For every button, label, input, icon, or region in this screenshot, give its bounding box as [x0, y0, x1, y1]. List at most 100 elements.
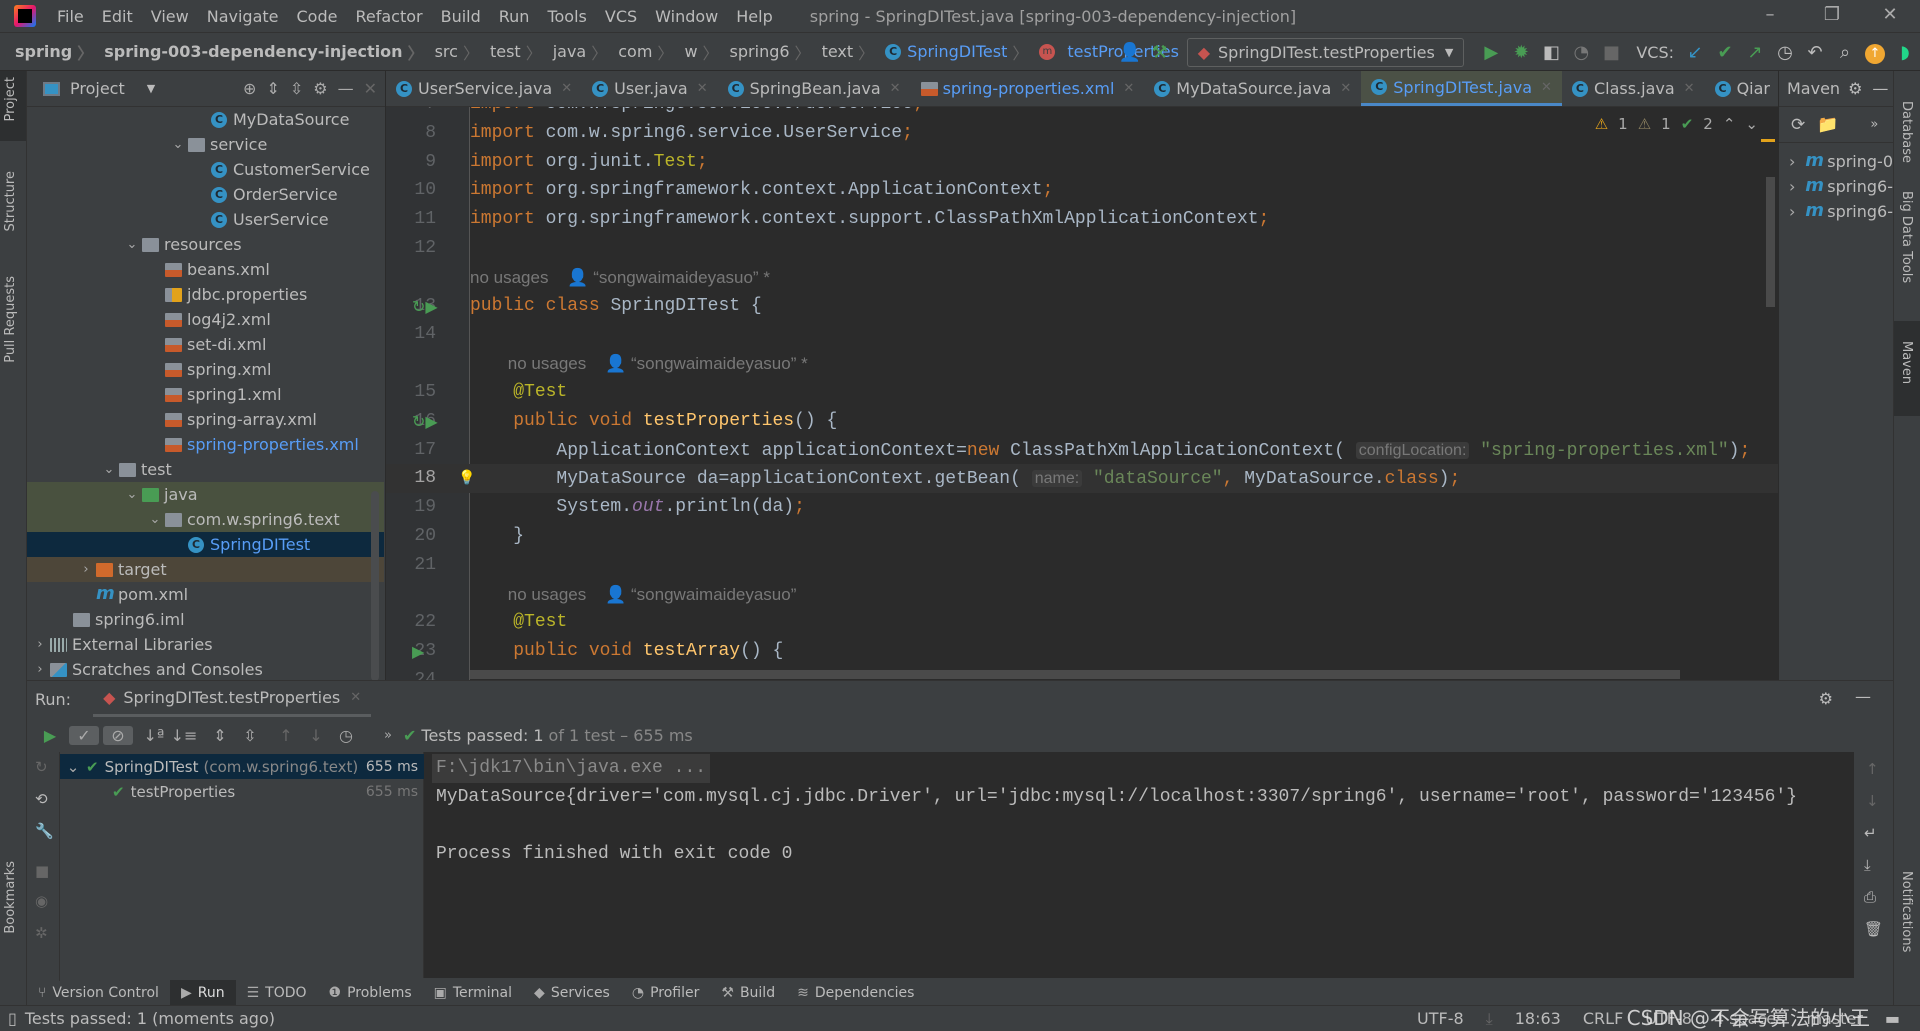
chevron-down-icon[interactable]: ⌄ [145, 512, 165, 527]
editor-tab[interactable]: spring-properties.xml ✕ [911, 71, 1145, 106]
encoding[interactable]: UTF-8 [1417, 1009, 1464, 1028]
restore-button[interactable]: ❐ [1812, 4, 1852, 25]
history-icon[interactable]: ◷ [1770, 42, 1800, 63]
close-tab-icon[interactable]: ✕ [1340, 81, 1351, 96]
run-test-gutter-icon[interactable]: ▶ [412, 637, 424, 666]
tree-item[interactable]: log4j2.xml [27, 307, 384, 332]
tool-window-structure[interactable]: Structure [3, 171, 18, 231]
chevron-right-icon[interactable]: › [1789, 152, 1805, 171]
menu-vcs[interactable]: VCS [596, 7, 646, 26]
settings-icon[interactable]: ✲ [35, 924, 48, 942]
sort-by-duration-icon[interactable]: ↓≡ [169, 726, 199, 745]
tree-item[interactable]: spring6.iml [27, 607, 384, 632]
tool-window-maven[interactable]: Maven [1899, 341, 1914, 384]
debug-icon[interactable]: ✹ [1506, 42, 1536, 63]
soft-wrap-icon[interactable]: ↵ [1864, 824, 1877, 842]
tree-item[interactable]: spring.xml [27, 357, 384, 382]
next-highlight-icon[interactable]: ⌄ [1745, 115, 1758, 133]
more-icon[interactable]: » [1870, 117, 1878, 132]
user-icon[interactable]: 👤 [1115, 42, 1145, 63]
menu-view[interactable]: View [142, 7, 198, 26]
show-ignored-toggle[interactable]: ⊘ [103, 725, 133, 745]
previous-highlight-icon[interactable]: ⌃ [1723, 115, 1736, 133]
tree-item[interactable]: spring-properties.xml [27, 432, 384, 457]
stop-icon[interactable]: ■ [1596, 42, 1626, 63]
build-hammer-icon[interactable]: ⚒ [1145, 42, 1175, 63]
rerun-failed-icon[interactable]: ↻ [35, 758, 48, 776]
chevron-down-icon[interactable]: ⌄ [168, 137, 188, 152]
breadcrumb-item[interactable]: spring-003-dependency-injection 〉 [101, 40, 431, 64]
close-icon[interactable]: ✕ [350, 690, 361, 705]
breadcrumb-item[interactable]: w 〉 [681, 40, 726, 64]
breadcrumb-item[interactable]: text 〉 [819, 40, 883, 64]
hide-icon[interactable]: — [1855, 687, 1871, 706]
breadcrumb-item[interactable]: test 〉 [487, 40, 550, 64]
show-passed-toggle[interactable]: ✓ [69, 725, 99, 745]
tree-item[interactable]: ⌄ resources [27, 232, 384, 257]
search-icon[interactable]: ⌕ [1830, 42, 1860, 63]
run-tab[interactable]: ◆ SpringDITest.testProperties ✕ [93, 681, 372, 717]
maven-project[interactable]: › m spring6- [1779, 174, 1893, 199]
chevron-down-icon[interactable]: ▼ [147, 82, 155, 95]
breadcrumb-item[interactable]: src 〉 [432, 40, 487, 64]
breadcrumb-item[interactable]: C SpringDITest 〉 [882, 40, 1036, 64]
tool-problems[interactable]: ❶ Problems [318, 980, 423, 1005]
chevron-right-icon[interactable]: › [1789, 177, 1805, 196]
menu-help[interactable]: Help [727, 7, 781, 26]
chevron-right-icon[interactable]: › [30, 662, 50, 677]
menu-refactor[interactable]: Refactor [346, 7, 431, 26]
vcs-update-icon[interactable]: ↙ [1680, 42, 1710, 63]
tree-item[interactable]: C CustomerService [27, 157, 384, 182]
tool-services[interactable]: ◆ Services [523, 980, 621, 1005]
tree-item[interactable]: › target [27, 557, 384, 582]
tool-build[interactable]: ⚒ Build [710, 980, 786, 1005]
rollback-icon[interactable]: ↶ [1800, 42, 1830, 63]
expand-all-icon[interactable]: ⇕ [205, 726, 235, 745]
tree-item[interactable]: spring-array.xml [27, 407, 384, 432]
close-tab-icon[interactable]: ✕ [561, 81, 572, 96]
chevron-down-icon[interactable]: ⌄ [60, 758, 86, 776]
collapse-all-icon[interactable]: ⇳ [235, 726, 265, 745]
tool-window-pull-requests[interactable]: Pull Requests [3, 276, 18, 363]
code-editor[interactable]: 7 import com.w.spring6.service.OrderServi… [386, 107, 1778, 680]
minimize-button[interactable]: – [1750, 4, 1790, 25]
gear-icon[interactable]: ⚙ [1848, 79, 1862, 98]
tree-item[interactable]: C UserService [27, 207, 384, 232]
tree-item[interactable]: C OrderService [27, 182, 384, 207]
tree-item[interactable]: set-di.xml [27, 332, 384, 357]
wrench-icon[interactable]: 🔧 [35, 822, 54, 840]
menu-run[interactable]: Run [490, 7, 539, 26]
tree-item[interactable]: › External Libraries [27, 632, 384, 657]
run-icon[interactable]: ▶ [1476, 42, 1506, 63]
code-with-me-icon[interactable]: ◗ [1890, 42, 1920, 63]
editor-tab[interactable]: C SpringBean.java ✕ [718, 71, 911, 106]
project-view-select[interactable]: Project [70, 79, 125, 98]
menu-build[interactable]: Build [432, 7, 490, 26]
tree-item[interactable]: C SpringDITest [27, 532, 384, 557]
camera-icon[interactable]: ◉ [35, 892, 48, 910]
menu-navigate[interactable]: Navigate [198, 7, 288, 26]
tool-todo[interactable]: ☰ TODO [236, 980, 318, 1005]
tree-item[interactable]: jdbc.properties [27, 282, 384, 307]
run-test-gutter-icon[interactable]: ↻▶ [412, 292, 438, 321]
tool-profiler[interactable]: ◔ Profiler [621, 980, 711, 1005]
close-button[interactable]: ✕ [1870, 4, 1910, 25]
test-result-item[interactable]: ✔ testProperties 655 ms [60, 779, 424, 804]
test-result-item[interactable]: ⌄ ✔ SpringDITest (com.w.spring6.text) 655 ms [60, 754, 424, 779]
hide-icon[interactable]: — [338, 79, 354, 98]
line-separator[interactable]: CRLF [1583, 1009, 1623, 1028]
tree-item[interactable]: beans.xml [27, 257, 384, 282]
close-tab-icon[interactable]: ✕ [697, 81, 708, 96]
editor-tab[interactable]: C User.java ✕ [582, 71, 718, 106]
console-output[interactable]: F:\jdk17\bin\java.exe ... MyDataSource{dr… [424, 752, 1854, 978]
editor-tab[interactable]: C UserService.java ✕ [386, 71, 582, 106]
add-maven-project-icon[interactable]: 📁 [1817, 115, 1838, 135]
tree-item[interactable]: spring1.xml [27, 382, 384, 407]
scroll-down-icon[interactable]: ↓ [1866, 792, 1879, 810]
editor-tab[interactable]: C SpringDITest.java ✕ [1361, 71, 1562, 106]
sort-alphabetically-icon[interactable]: ↓ª [139, 726, 169, 745]
chevron-down-icon[interactable]: ⌄ [122, 487, 142, 502]
editor-tab[interactable]: C MyDataSource.java ✕ [1144, 71, 1361, 106]
tool-terminal[interactable]: ▣ Terminal [423, 980, 523, 1005]
menu-code[interactable]: Code [288, 7, 347, 26]
